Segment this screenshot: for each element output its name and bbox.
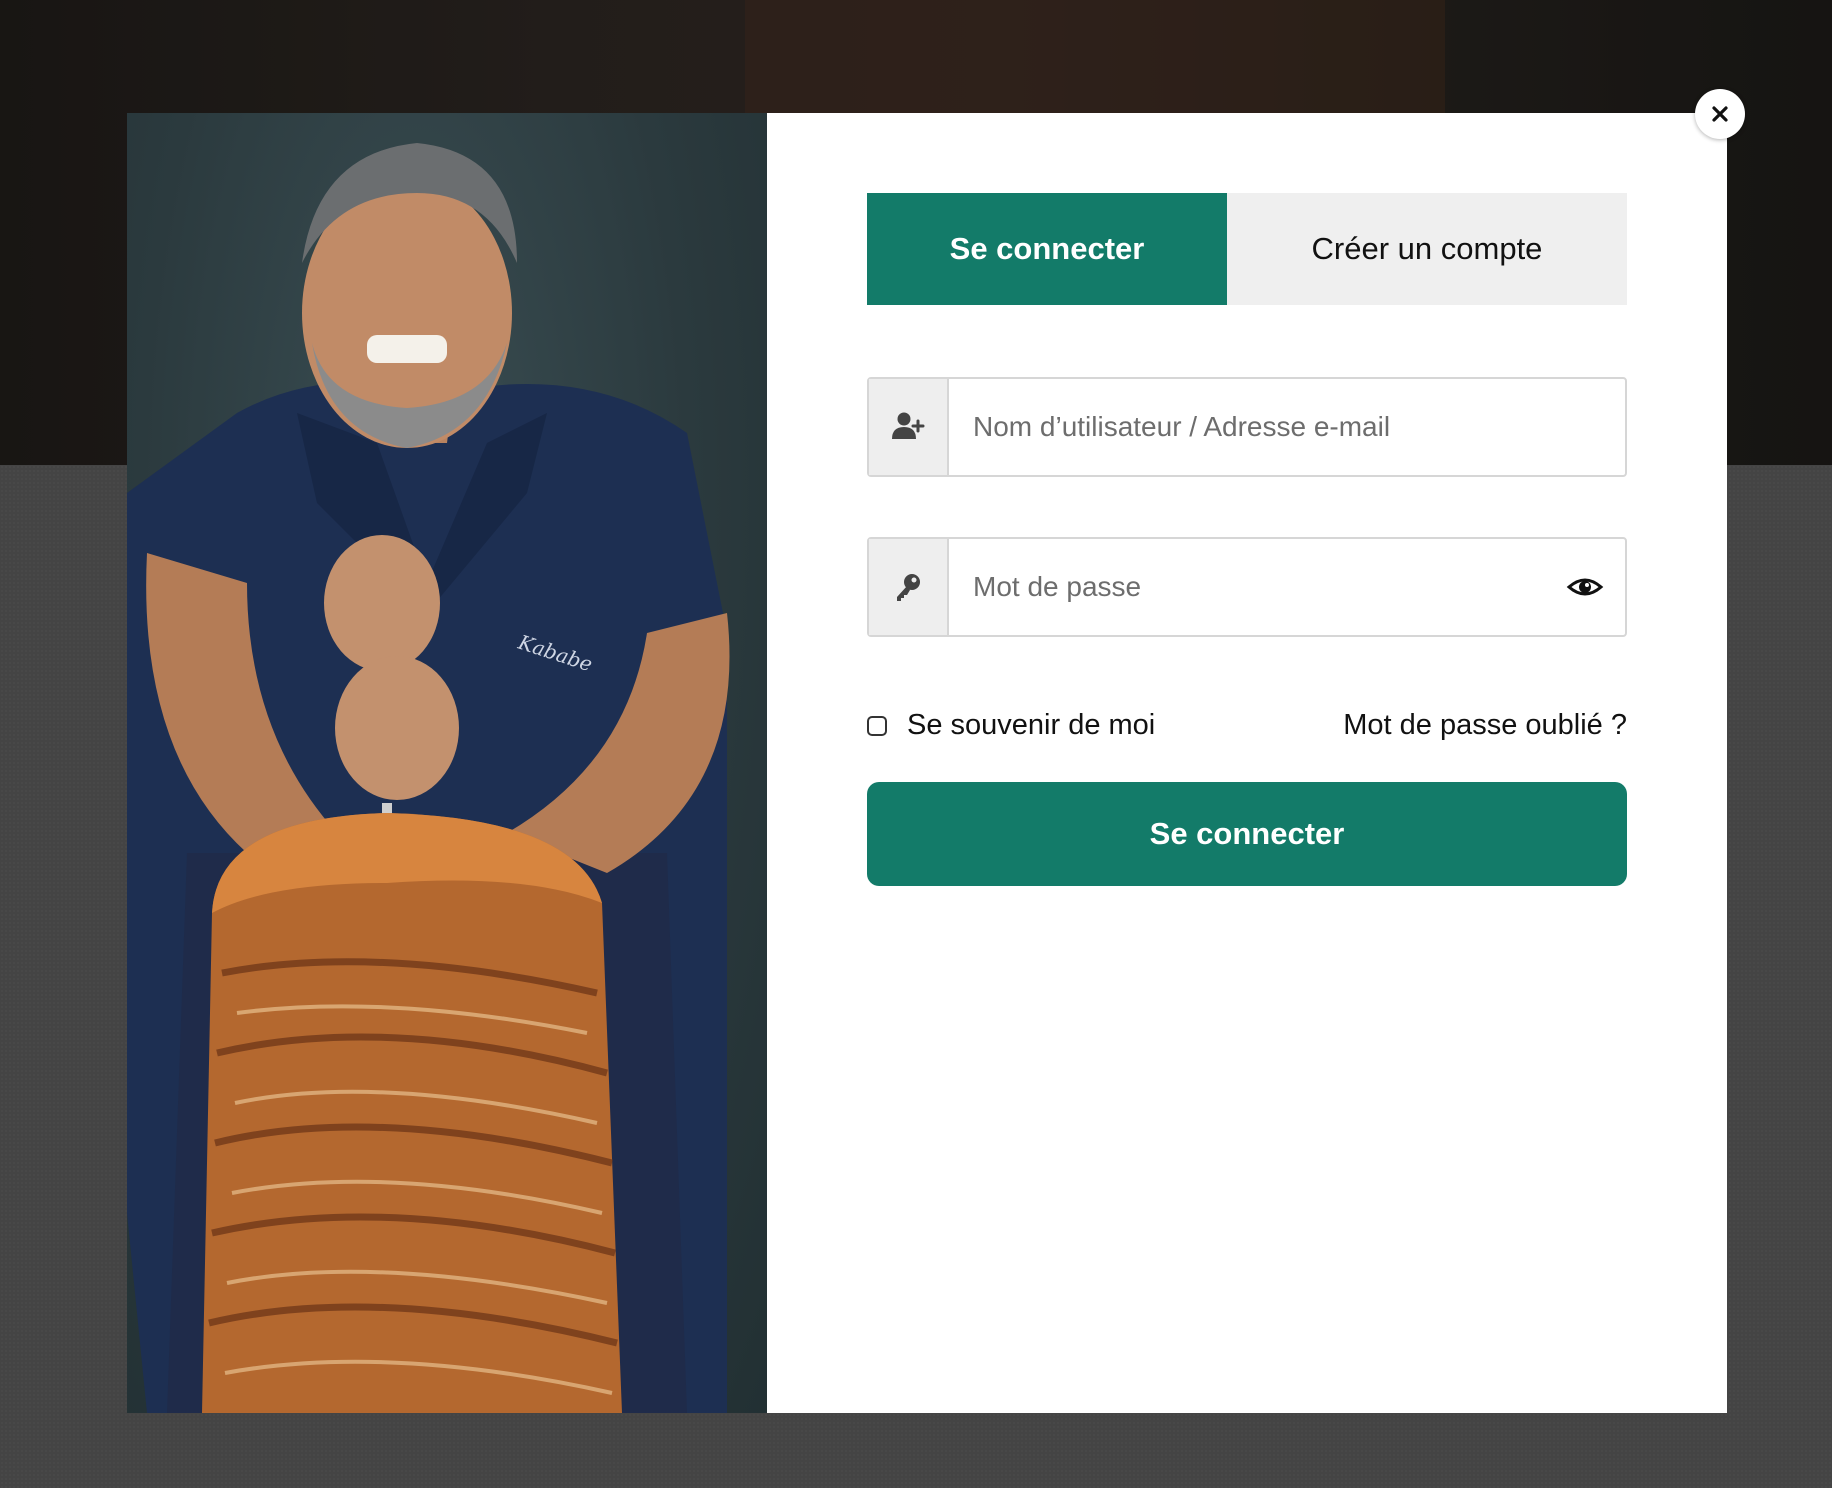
password-field-group bbox=[867, 537, 1627, 637]
close-button[interactable] bbox=[1695, 89, 1745, 139]
password-input[interactable] bbox=[949, 539, 1545, 635]
auth-tabs: Se connecter Créer un compte bbox=[867, 193, 1627, 305]
promo-photo: Kababe bbox=[127, 113, 767, 1413]
login-submit-button[interactable]: Se connecter bbox=[867, 782, 1627, 886]
key-icon bbox=[897, 574, 920, 601]
remember-me-label: Se souvenir de moi bbox=[907, 709, 1156, 741]
eye-icon bbox=[1566, 578, 1604, 596]
close-icon bbox=[1712, 106, 1728, 122]
password-addon bbox=[869, 539, 949, 635]
login-modal: Kababe Se connecter Créer un compte Nom … bbox=[127, 113, 1727, 1413]
username-addon bbox=[869, 379, 949, 475]
show-password-toggle[interactable] bbox=[1545, 539, 1625, 635]
login-form: Se connecter Créer un compte Nom d’utili… bbox=[767, 113, 1727, 1413]
remember-me-checkbox[interactable] bbox=[867, 715, 887, 736]
remember-me[interactable]: Se souvenir de moi bbox=[867, 709, 1155, 742]
tab-login[interactable]: Se connecter bbox=[867, 193, 1227, 305]
username-field-group bbox=[867, 377, 1627, 477]
username-input[interactable] bbox=[949, 379, 1625, 475]
login-options: Se souvenir de moi Mot de passe oublié ? bbox=[867, 709, 1627, 742]
forgot-password-link[interactable]: Mot de passe oublié ? bbox=[1343, 709, 1627, 742]
tab-register[interactable]: Créer un compte bbox=[1227, 193, 1627, 305]
user-plus-icon bbox=[892, 412, 925, 439]
promo-photo-illustration: Kababe bbox=[127, 143, 730, 1413]
